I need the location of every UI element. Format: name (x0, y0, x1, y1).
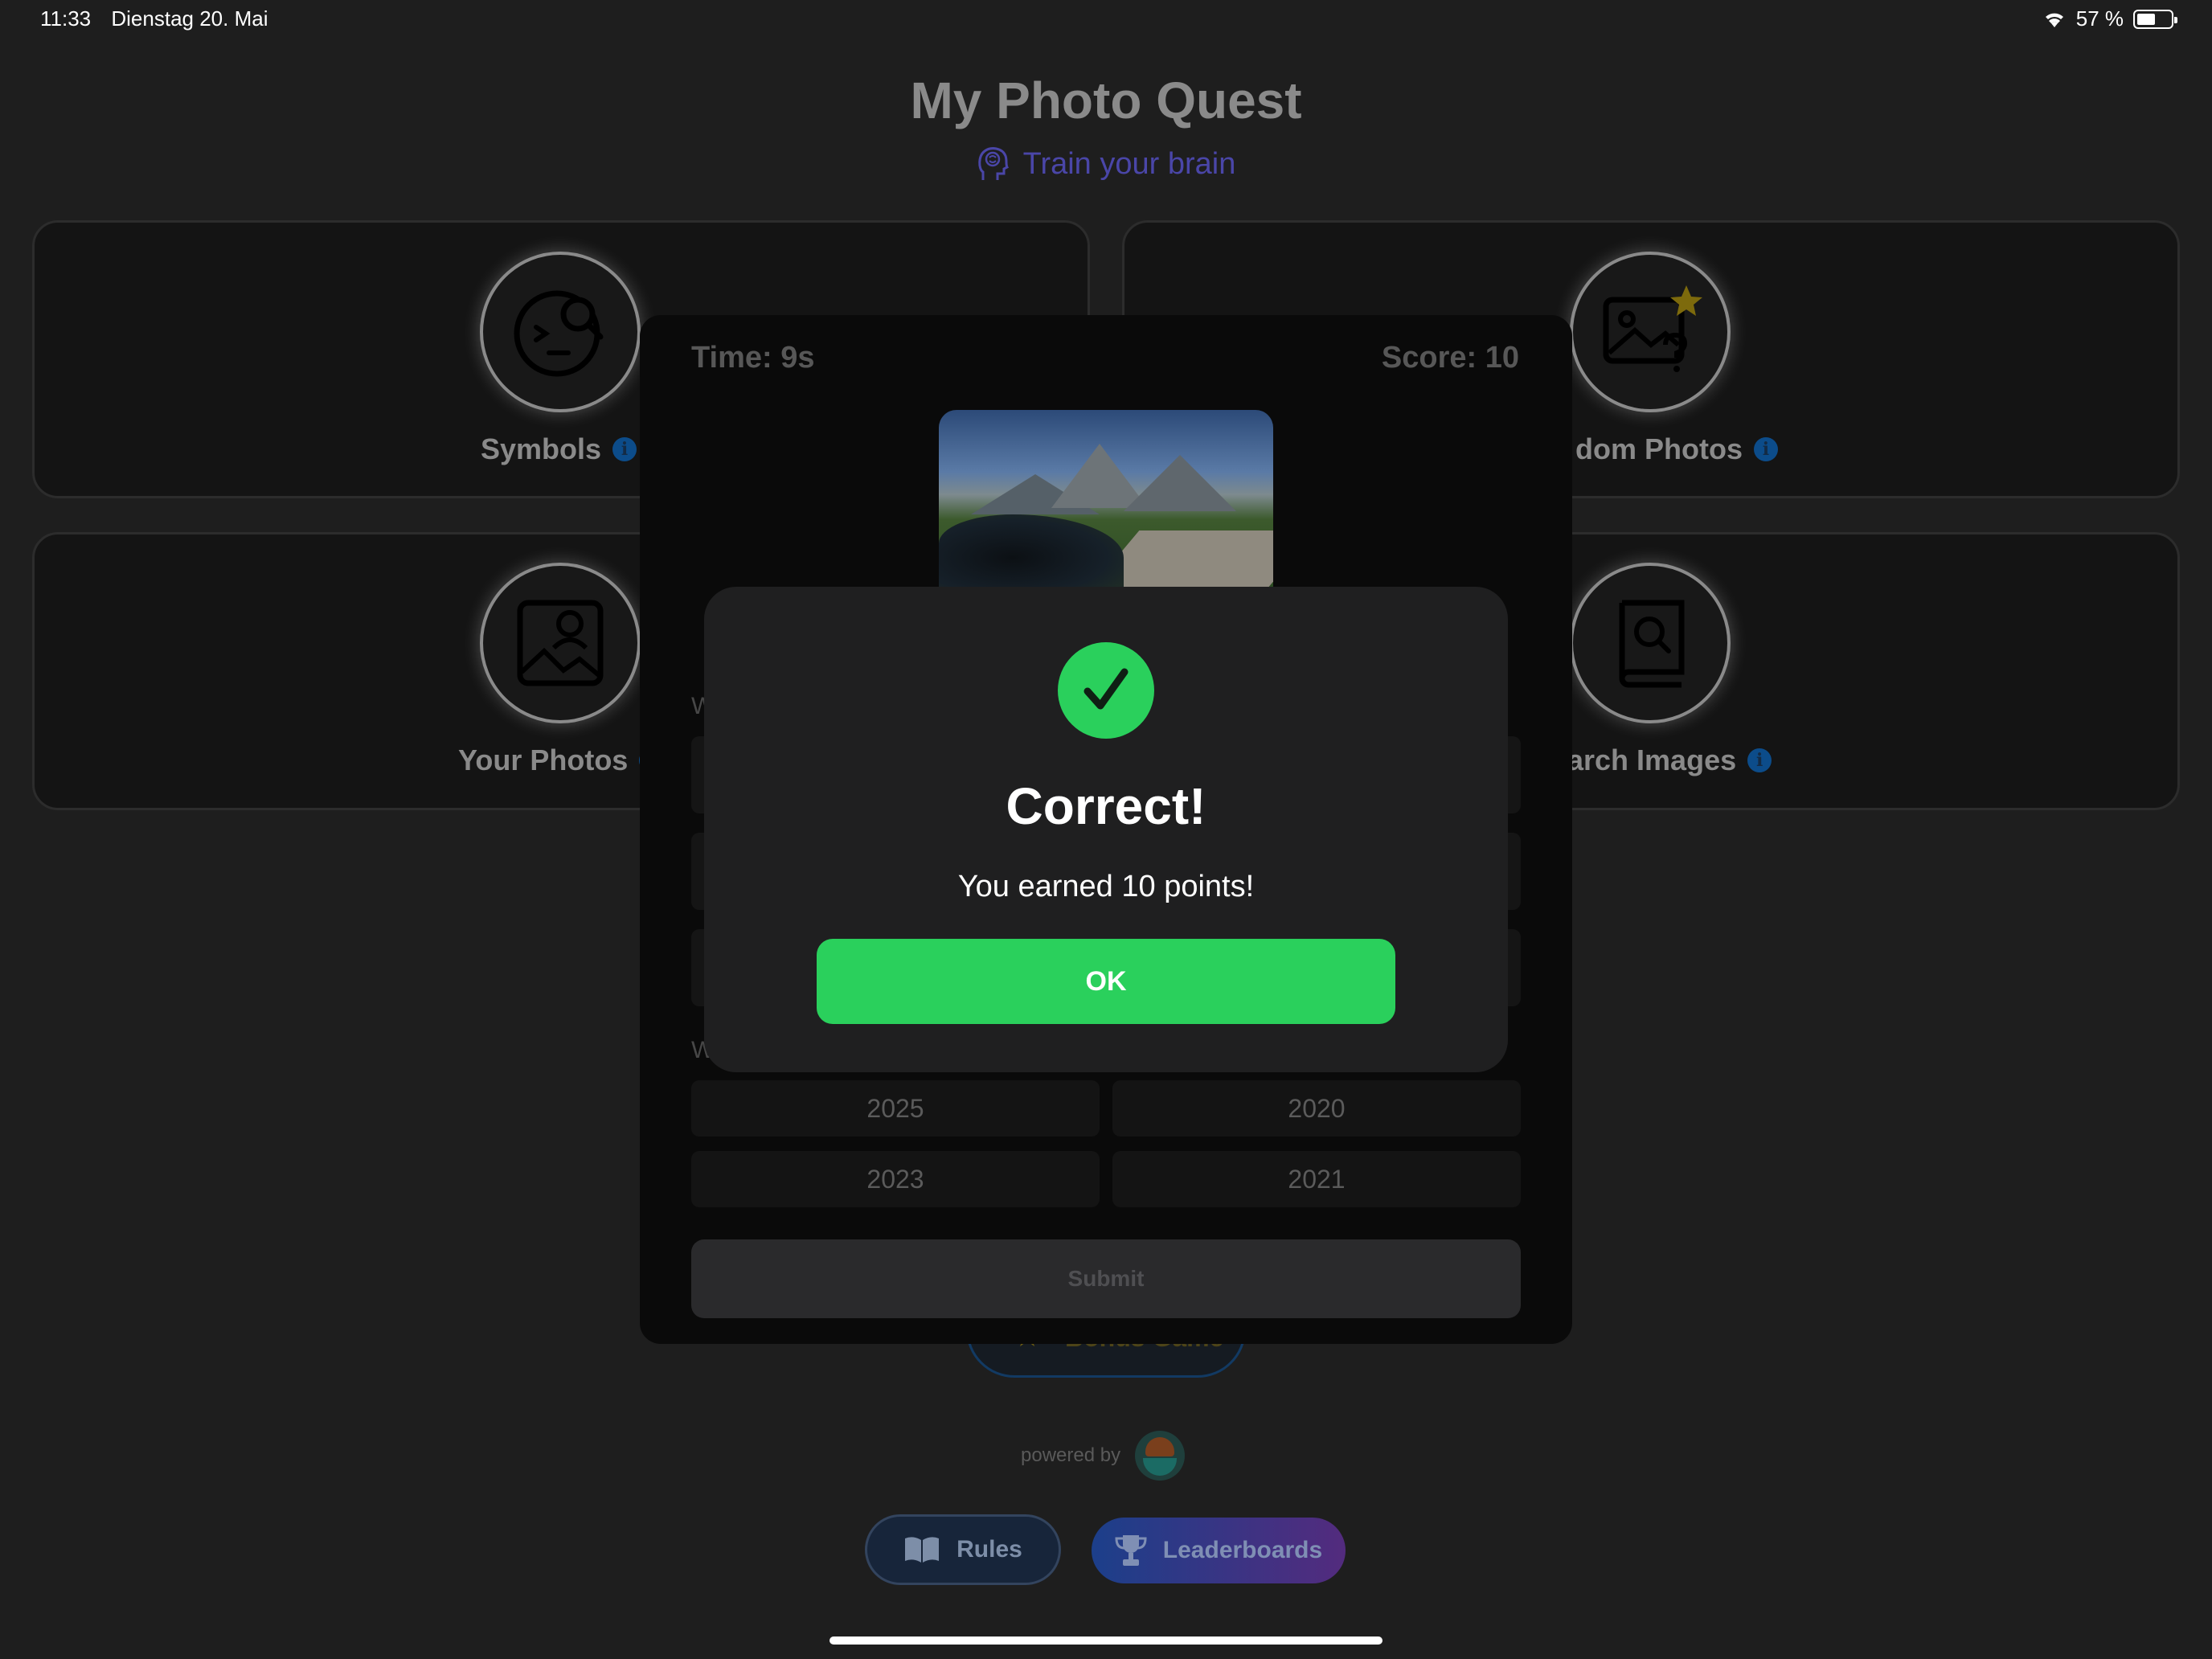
alert-message: You earned 10 points! (957, 870, 1255, 903)
search-images-mode-circle[interactable] (1570, 563, 1731, 723)
mode-label-symbols: Symbols (481, 432, 602, 465)
submit-button[interactable]: Submit (691, 1239, 1521, 1318)
random-photos-mode-circle[interactable] (1570, 252, 1731, 412)
mode-label-random-photos: dom Photos (1575, 432, 1743, 465)
ok-button[interactable]: OK (817, 939, 1395, 1024)
random-photos-label: dom Photos i (1575, 432, 1778, 466)
battery-percent: 57 % (2075, 6, 2124, 31)
book-search-icon (1619, 600, 1685, 688)
your-photos-mode-circle[interactable] (480, 563, 641, 723)
checkmark-icon (1058, 642, 1154, 739)
info-icon[interactable]: i (612, 437, 637, 461)
book-open-icon (905, 1537, 940, 1563)
face-search-icon (514, 290, 604, 377)
year-option[interactable]: 2023 (691, 1151, 1100, 1207)
rules-label: Rules (956, 1536, 1022, 1563)
info-icon[interactable]: i (1747, 748, 1772, 772)
mode-label-search-images: arch Images (1567, 743, 1737, 776)
info-icon[interactable]: i (1753, 437, 1778, 461)
status-bar-right: 57 % (2042, 6, 2177, 31)
trophy-icon (1115, 1535, 1147, 1566)
tagline: Train your brain (0, 145, 2212, 183)
year-option[interactable]: 2020 (1112, 1080, 1521, 1137)
image-person-icon (517, 600, 604, 686)
brain-head-icon (977, 147, 1009, 180)
symbols-label: Symbols i (481, 432, 637, 466)
score-label: Score: 10 (1381, 341, 1519, 375)
status-time: 11:33 (40, 6, 92, 31)
leaderboards-button[interactable]: Leaderboards (1092, 1518, 1346, 1583)
battery-icon (2133, 9, 2177, 29)
powered-by: powered by (1021, 1431, 1186, 1481)
alert-title: Correct! (1006, 777, 1206, 835)
rules-button[interactable]: Rules (865, 1514, 1061, 1585)
year-option[interactable]: 2021 (1112, 1151, 1521, 1207)
year-option[interactable]: 2025 (691, 1080, 1100, 1137)
home-indicator[interactable] (830, 1636, 1382, 1645)
status-bar-left: 11:33 Dienstag 20. Mai (40, 6, 282, 31)
tagline-text: Train your brain (1022, 146, 1236, 181)
status-date: Dienstag 20. Mai (111, 6, 268, 31)
powered-by-text: powered by (1021, 1444, 1121, 1466)
your-photos-label: Your Photos i (458, 743, 664, 777)
page-title: My Photo Quest (910, 72, 1302, 129)
mode-label-your-photos: Your Photos (458, 743, 629, 776)
search-images-label: arch Images i (1567, 743, 1772, 777)
wifi-icon (2045, 13, 2063, 27)
leaderboards-label: Leaderboards (1162, 1537, 1323, 1563)
symbols-mode-circle[interactable] (480, 252, 641, 412)
image-question-star-icon (1603, 285, 1702, 372)
brand-logo (1135, 1431, 1186, 1481)
timer-label: Time: 9s (691, 341, 815, 375)
quiz-photo (939, 410, 1273, 587)
